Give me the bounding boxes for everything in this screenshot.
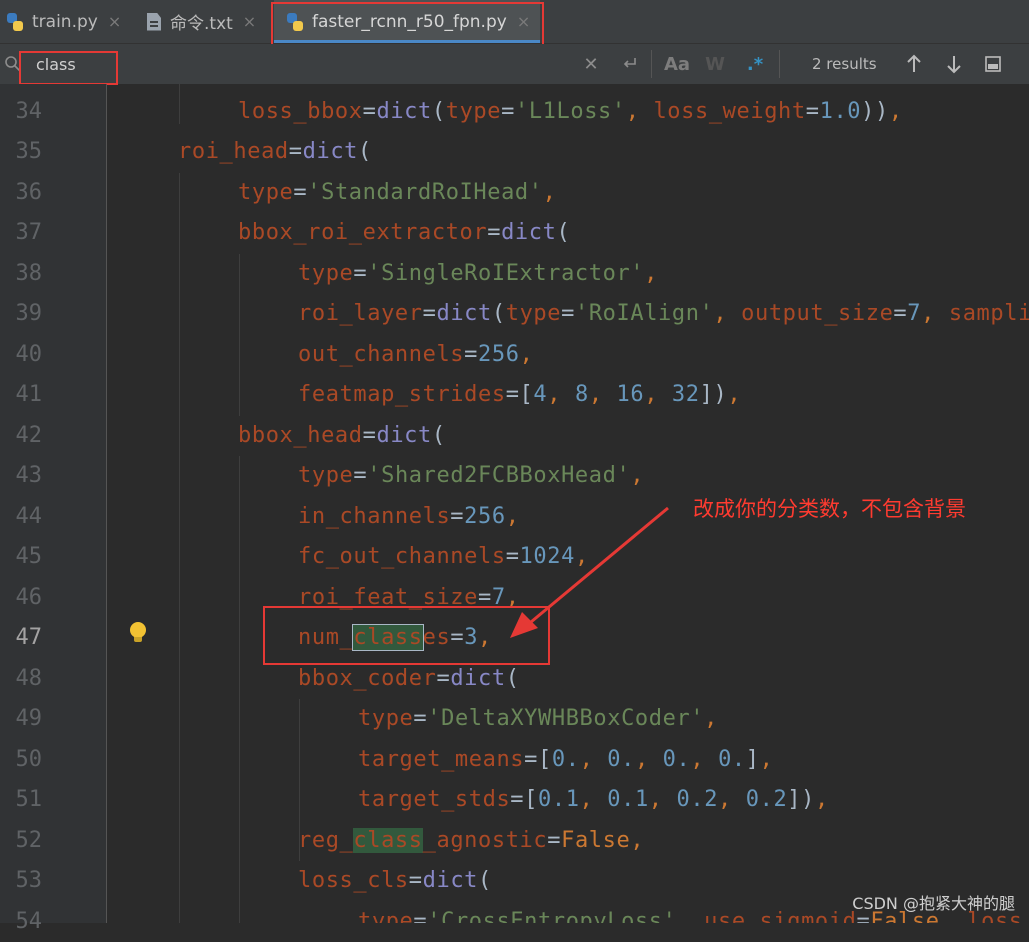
- clear-search-icon[interactable]: ✕: [580, 44, 602, 84]
- highlight-box-tab: [271, 2, 544, 50]
- line-number: 51: [15, 787, 43, 812]
- code-line: roi_layer=dict(type='RoIAlign', output_s…: [298, 301, 1029, 326]
- line-number: 37: [15, 220, 43, 245]
- editor-tab-bar: train.py × 命令.txt × faster_rcnn_r50_fpn.…: [0, 0, 1029, 50]
- line-number: 49: [15, 706, 43, 731]
- line-number: 50: [15, 747, 43, 772]
- watermark: CSDN @抱紧大神的腿: [852, 894, 1015, 913]
- code-line: loss_bbox=dict(type='L1Loss', loss_weigh…: [238, 99, 903, 124]
- line-number: 38: [15, 261, 43, 286]
- arrow-down-icon[interactable]: [942, 44, 966, 84]
- code-line: reg_class_agnostic=False,: [298, 828, 645, 853]
- regex-button[interactable]: .*: [742, 44, 768, 84]
- line-number-current: 47: [15, 625, 43, 650]
- line-number: 41: [15, 382, 43, 407]
- tab-command-txt[interactable]: 命令.txt ×: [147, 0, 267, 43]
- code-line: fc_out_channels=1024,: [298, 544, 589, 569]
- indent-guide: [239, 254, 240, 416]
- line-number: 45: [15, 544, 43, 569]
- code-line: in_channels=256,: [298, 504, 520, 529]
- code-line: bbox_head=dict(: [238, 423, 446, 448]
- indent-guide: [179, 173, 180, 923]
- code-line: loss_cls=dict(: [298, 868, 492, 893]
- line-number: 42: [15, 423, 43, 448]
- line-number: 39: [15, 301, 43, 326]
- whole-words-button[interactable]: W: [702, 44, 728, 84]
- tab-train-py[interactable]: train.py ×: [6, 0, 134, 43]
- new-line-icon[interactable]: [618, 44, 642, 84]
- code-line: roi_head=dict(: [178, 139, 372, 164]
- line-number: 48: [15, 666, 43, 691]
- code-line: type='SingleRoIExtractor',: [298, 261, 659, 286]
- code-line: target_means=[0., 0., 0., 0.],: [358, 747, 774, 772]
- line-number: 54: [15, 909, 43, 934]
- line-number: 35: [15, 139, 43, 164]
- separator: [779, 50, 780, 78]
- line-number: 34: [15, 99, 43, 124]
- line-number: 43: [15, 463, 43, 488]
- highlight-box-num-classes: [263, 606, 550, 665]
- code-line: target_stds=[0.1, 0.1, 0.2, 0.2]),: [358, 787, 829, 812]
- line-number: 44: [15, 504, 43, 529]
- line-number: 46: [15, 585, 43, 610]
- line-number: 36: [15, 180, 43, 205]
- arrow-up-icon[interactable]: [902, 44, 926, 84]
- close-icon[interactable]: ×: [243, 12, 256, 31]
- close-icon[interactable]: ×: [108, 12, 121, 31]
- indent-guide: [239, 456, 240, 923]
- highlight-box-search: [19, 51, 118, 85]
- code-line: type='DeltaXYWHBBoxCoder',: [358, 706, 719, 731]
- code-line: featmap_strides=[4, 8, 16, 32]),: [298, 382, 742, 407]
- code-line: bbox_coder=dict(: [298, 666, 520, 691]
- text-file-icon: [147, 12, 161, 31]
- line-number-gutter: 34 35 36 37 38 39 40 41 42 43 44 45 46 4…: [0, 84, 107, 934]
- line-number: 53: [15, 868, 43, 893]
- code-line: bbox_roi_extractor=dict(: [238, 220, 571, 245]
- find-bar: ✕ Aa W .* 2 results: [0, 44, 1029, 85]
- line-number: 52: [15, 828, 43, 853]
- select-all-occurrences-icon[interactable]: [981, 44, 1005, 84]
- search-results-count: 2 results: [812, 55, 877, 73]
- code-line: out_channels=256,: [298, 342, 534, 367]
- code-line: type='StandardRoIHead',: [238, 180, 557, 205]
- separator: [651, 50, 652, 78]
- code-line: type='Shared2FCBBoxHead',: [298, 463, 645, 488]
- indent-guide: [179, 84, 180, 124]
- match-case-button[interactable]: Aa: [662, 44, 692, 84]
- tab-label: train.py: [32, 11, 98, 32]
- python-file-icon: [6, 12, 24, 31]
- tab-label: 命令.txt: [170, 14, 233, 34]
- annotation-note: 改成你的分类数，不包含背景: [693, 497, 966, 521]
- line-number: 40: [15, 342, 43, 367]
